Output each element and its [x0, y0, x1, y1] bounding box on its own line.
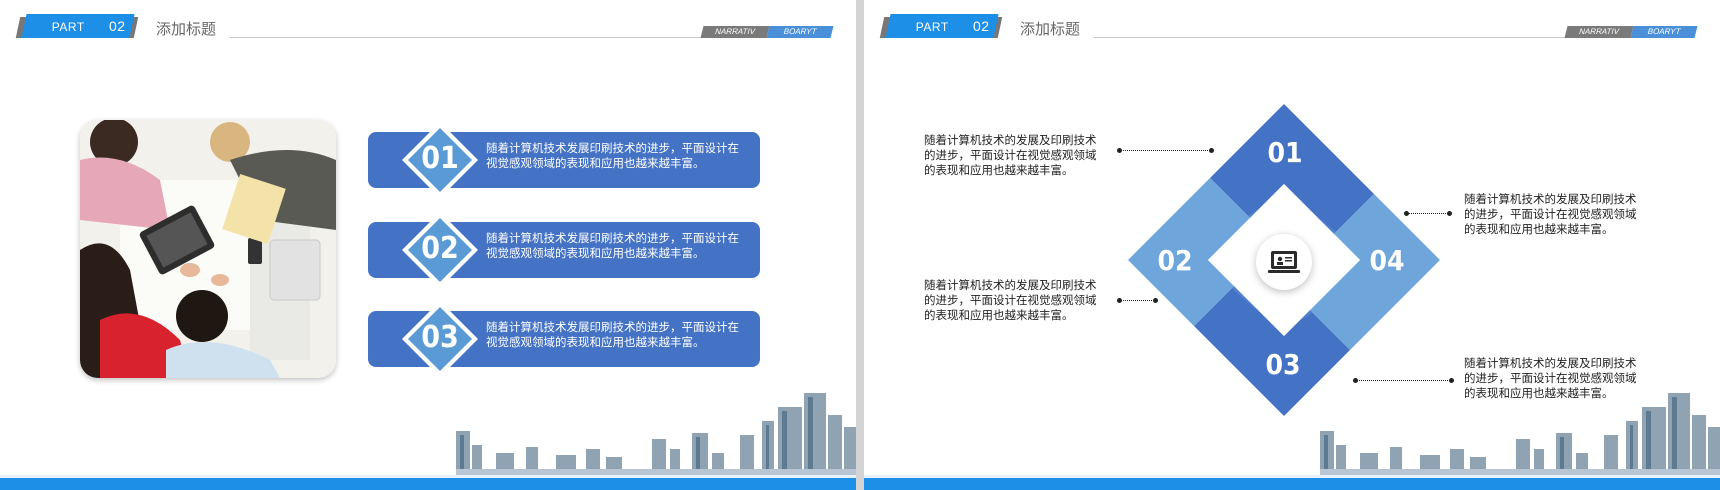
description-top-left: 随着计算机技术的发展及印刷技术的进步，平面设计在视觉感观领域的表现和应用也越来越…: [924, 135, 1097, 177]
connector-dot: [1117, 148, 1122, 153]
team-meeting-photo: [80, 120, 336, 378]
tag-narrativ: NARRATIV: [700, 26, 770, 38]
tag-boaryt: BOARYT: [766, 26, 834, 38]
description-top-right: 随着计算机技术的发展及印刷技术的进步，平面设计在视觉感观领域的表现和应用也越来越…: [1464, 194, 1637, 236]
connector-dot: [1353, 378, 1358, 383]
connector-dot: [1153, 298, 1158, 303]
connector-line: [1120, 300, 1156, 301]
part-tag: PART 02: [21, 14, 135, 38]
slide-title: 添加标题: [1020, 21, 1081, 38]
item-text: 随着计算机技术发展印刷技术的进步，平面设计在视觉感观领域的表现和应用也越来越丰富…: [486, 322, 739, 349]
part-label: PART: [915, 20, 949, 34]
part-tag: PART 02: [885, 14, 999, 38]
connector-dot: [1447, 211, 1452, 216]
connector-line: [1406, 213, 1450, 214]
list-item-03: 03 随着计算机技术发展印刷技术的进步，平面设计在视觉感观领域的表现和应用也越来…: [368, 301, 760, 377]
bottom-bar: [0, 478, 856, 490]
item-number: 01: [421, 141, 459, 176]
list-item-02: 02 随着计算机技术发展印刷技术的进步，平面设计在视觉感观领域的表现和应用也越来…: [368, 212, 760, 288]
connector-dot: [1449, 378, 1454, 383]
center-icon-circle: [1256, 234, 1312, 290]
diamond-label-04: 04: [1369, 244, 1405, 277]
connector-dot: [1209, 148, 1214, 153]
part-number: 02: [108, 18, 126, 34]
connector-line: [1120, 150, 1212, 151]
diamond-label-03: 03: [1265, 348, 1301, 381]
slide-left: PART 02 添加标题 NARRATIV BOARYT 01 随着计算机技术发…: [0, 0, 856, 490]
part-label: PART: [51, 20, 85, 34]
description-middle-left: 随着计算机技术的发展及印刷技术的进步，平面设计在视觉感观领域的表现和应用也越来越…: [924, 280, 1097, 322]
city-skyline-graphic: [1320, 393, 1720, 475]
connector-dot: [1404, 211, 1409, 216]
diamond-label-01: 01: [1267, 136, 1303, 169]
item-text: 随着计算机技术发展印刷技术的进步，平面设计在视觉感观领域的表现和应用也越来越丰富…: [486, 233, 739, 260]
list-item-01: 01 随着计算机技术发展印刷技术的进步，平面设计在视觉感观领域的表现和应用也越来…: [368, 122, 760, 198]
team-meeting-illustration: [80, 120, 336, 378]
item-number: 02: [421, 231, 459, 266]
item-number: 03: [421, 320, 459, 355]
item-text: 随着计算机技术发展印刷技术的进步，平面设计在视觉感观领域的表现和应用也越来越丰富…: [486, 143, 739, 170]
tag-boaryt: BOARYT: [1630, 26, 1698, 38]
slide-title: 添加标题: [156, 21, 217, 38]
slide-right: PART 02 添加标题 NARRATIV BOARYT 01 02 03 04: [864, 0, 1720, 490]
diamond-label-02: 02: [1157, 244, 1193, 277]
connector-line: [1356, 380, 1452, 381]
city-skyline-graphic: [456, 393, 856, 475]
tag-narrativ: NARRATIV: [1564, 26, 1634, 38]
connector-dot: [1117, 298, 1122, 303]
computer-user-icon: [1268, 251, 1300, 273]
bottom-bar: [864, 478, 1720, 490]
part-number: 02: [972, 18, 990, 34]
